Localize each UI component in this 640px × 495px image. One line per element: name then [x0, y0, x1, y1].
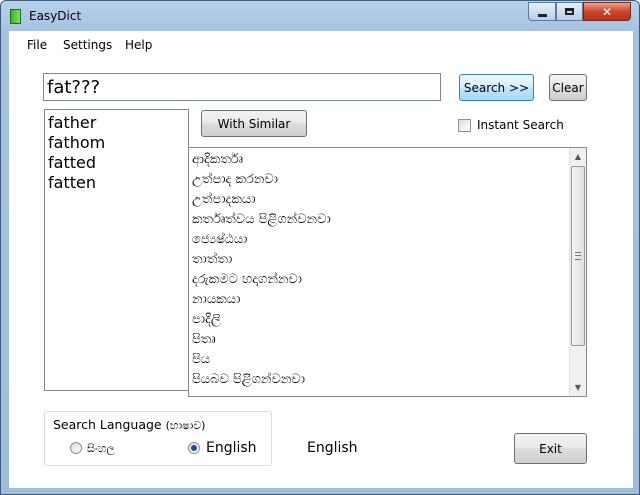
meaning-item[interactable]: කර්තෘත්වය පිළිගන්වනවා [189, 210, 570, 230]
radio-selected-dot [191, 445, 197, 451]
word-list[interactable]: father fathom fatted fatten [44, 109, 189, 391]
search-language-title: Search Language [53, 417, 162, 432]
scroll-thumb[interactable] [571, 166, 585, 346]
exit-button[interactable]: Exit [514, 433, 587, 464]
meaning-item[interactable]: නායකයා [189, 290, 570, 310]
meaning-item[interactable]: උත්පාද කරනවා [189, 170, 570, 190]
radio-sinhala[interactable] [70, 442, 82, 454]
meaning-item[interactable]: පිතෘ [189, 330, 570, 350]
window-title: EasyDict [29, 9, 82, 23]
client-area: File Settings Help Search >> Clear fathe… [9, 31, 633, 488]
word-item[interactable]: fatted [48, 153, 185, 173]
with-similar-button[interactable]: With Similar [201, 110, 307, 137]
menu-help[interactable]: Help [125, 38, 152, 52]
grip-icon [575, 252, 581, 260]
search-language-label: Search Language (භාෂාව) [51, 417, 208, 433]
meaning-item[interactable]: පිය [189, 350, 570, 370]
menu-bar: File Settings Help [9, 31, 633, 57]
search-language-title-si: (භාෂාව) [165, 419, 206, 432]
radio-english[interactable] [188, 442, 200, 454]
close-button[interactable]: ✕ [583, 2, 631, 21]
meaning-item[interactable]: ජ්‍යෙෂ්ඨයා [189, 230, 570, 250]
maximize-icon [565, 8, 574, 15]
title-bar[interactable]: EasyDict ✕ [1, 1, 639, 31]
clear-button[interactable]: Clear [549, 74, 587, 101]
meaning-item[interactable]: දරුකමට හදාගන්නවා [189, 270, 570, 290]
app-window: EasyDict ✕ File Settings Help Search >> … [0, 0, 640, 495]
radio-english-label[interactable]: English [206, 440, 257, 456]
current-language-label: English [307, 440, 358, 456]
meaning-item[interactable]: තාත්තා [189, 250, 570, 270]
close-icon: ✕ [601, 4, 613, 19]
meaning-list[interactable]: ආදිකර්තෘ උත්පාද කරනවා උත්පාදකයා කර්තෘත්ව… [188, 147, 587, 397]
minimize-button[interactable] [528, 2, 556, 21]
meaning-item[interactable]: ආදිකර්තෘ [189, 150, 570, 170]
meaning-item[interactable]: පාදිලි [189, 310, 570, 330]
minimize-icon [537, 14, 547, 17]
instant-search-label[interactable]: Instant Search [477, 118, 564, 132]
radio-sinhala-label[interactable]: සිංහල [87, 442, 115, 456]
instant-search-checkbox[interactable] [458, 119, 471, 132]
maximize-button[interactable] [556, 2, 583, 21]
app-icon [10, 9, 21, 24]
word-item[interactable]: father [48, 113, 185, 133]
menu-settings[interactable]: Settings [63, 38, 112, 52]
scroll-down-icon[interactable]: ▼ [570, 379, 586, 396]
search-input[interactable] [43, 73, 441, 101]
vertical-scrollbar[interactable]: ▲ ▼ [569, 148, 586, 396]
scroll-up-icon[interactable]: ▲ [570, 148, 586, 165]
meaning-item[interactable]: පියබව පිළිගන්වනවා [189, 370, 570, 390]
word-item[interactable]: fatten [48, 173, 185, 193]
word-item[interactable]: fathom [48, 133, 185, 153]
menu-file[interactable]: File [27, 38, 47, 52]
search-button[interactable]: Search >> [459, 74, 534, 101]
meaning-item[interactable]: උත්පාදකයා [189, 190, 570, 210]
